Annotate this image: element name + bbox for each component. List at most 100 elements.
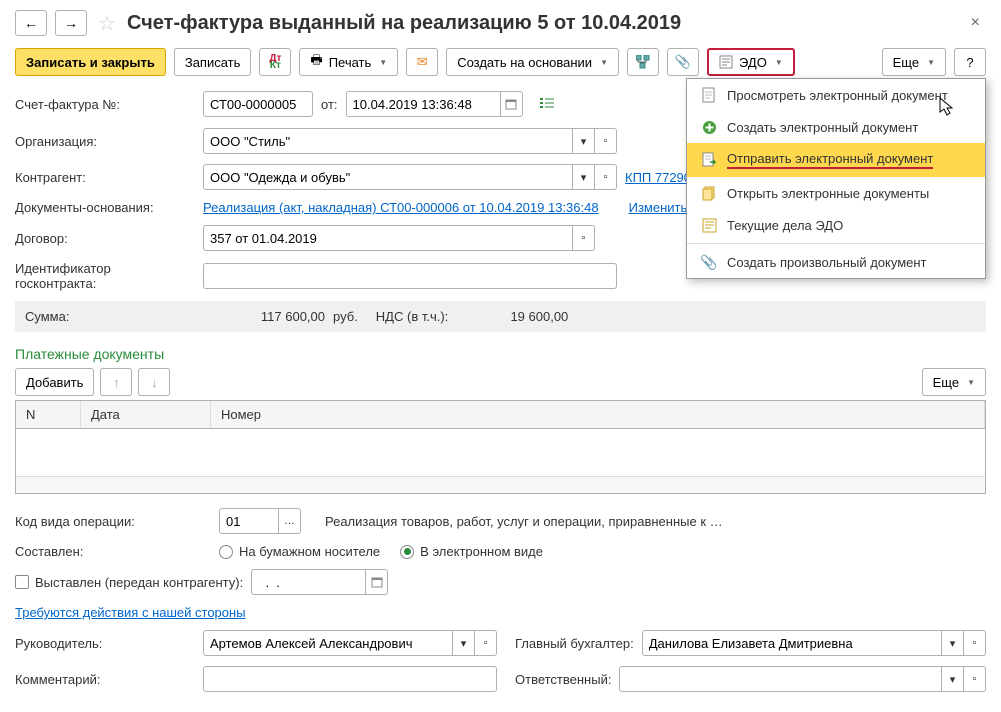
- invoice-no-input[interactable]: [203, 91, 313, 117]
- paperclip-icon: 📎: [701, 254, 717, 270]
- head-input[interactable]: [203, 630, 453, 656]
- save-button[interactable]: Записать: [174, 48, 252, 76]
- org-label: Организация:: [15, 134, 195, 149]
- calendar-icon: [371, 576, 383, 588]
- print-label: Печать: [329, 55, 372, 70]
- dropdown-button[interactable]: ▾: [573, 164, 595, 190]
- open-button[interactable]: ▫: [573, 225, 595, 251]
- document-send-icon: [701, 152, 717, 168]
- tree-icon: [636, 55, 650, 69]
- menu-send-edoc[interactable]: Отправить электронный документ: [687, 143, 985, 177]
- contract-input[interactable]: [203, 225, 573, 251]
- open-button[interactable]: ▫: [595, 128, 617, 154]
- checkbox-icon: [15, 575, 29, 589]
- chevron-down-icon: ▼: [379, 58, 387, 67]
- dropdown-button[interactable]: ▾: [573, 128, 595, 154]
- add-payment-button[interactable]: Добавить: [15, 368, 94, 396]
- dropdown-button[interactable]: ▾: [942, 666, 964, 692]
- edit-link[interactable]: Изменить: [629, 200, 688, 215]
- col-num[interactable]: Номер: [211, 401, 985, 428]
- chevron-down-icon: ▼: [775, 58, 783, 67]
- issued-label: Выставлен (передан контрагенту):: [35, 575, 243, 590]
- vat-value: 19 600,00: [448, 309, 568, 324]
- move-down-button[interactable]: ↓: [138, 368, 170, 396]
- create-based-on-button[interactable]: Создать на основании ▼: [446, 48, 619, 76]
- actions-required-link[interactable]: Требуются действия с нашей стороны: [15, 605, 246, 620]
- radio-paper[interactable]: На бумажном носителе: [219, 544, 380, 559]
- sum-value: 117 600,00: [205, 309, 325, 324]
- issued-checkbox[interactable]: Выставлен (передан контрагенту):: [15, 575, 243, 590]
- payments-more-label: Еще: [933, 375, 959, 390]
- menu-open-edocs[interactable]: Открыть электронные документы: [687, 177, 985, 209]
- from-label: от:: [321, 97, 338, 112]
- email-button[interactable]: ✉: [406, 48, 438, 76]
- attach-button[interactable]: 📎: [667, 48, 699, 76]
- edo-label: ЭДО: [739, 55, 767, 70]
- dropdown-button[interactable]: ▾: [453, 630, 475, 656]
- responsible-input[interactable]: [619, 666, 942, 692]
- gos-id-input[interactable]: [203, 263, 617, 289]
- comment-input[interactable]: [203, 666, 497, 692]
- kpp-link[interactable]: КПП 77290: [625, 170, 691, 185]
- move-up-button[interactable]: ↑: [100, 368, 132, 396]
- payments-section-title: Платежные документы: [15, 346, 986, 362]
- open-button[interactable]: ▫: [595, 164, 617, 190]
- responsible-label: Ответственный:: [515, 672, 611, 687]
- comment-label: Комментарий:: [15, 672, 195, 687]
- radio-icon: [400, 545, 414, 559]
- document-icon: [701, 87, 717, 103]
- open-register-button[interactable]: [531, 90, 563, 118]
- calendar-icon: [505, 98, 517, 110]
- vat-label: НДС (в т.ч.):: [376, 309, 449, 324]
- gos-id-label: Идентификатор госконтракта:: [15, 261, 195, 291]
- composed-label: Составлен:: [15, 544, 211, 559]
- back-button[interactable]: ←: [15, 10, 47, 36]
- radio-electronic-label: В электронном виде: [420, 544, 543, 559]
- issued-date-input[interactable]: [251, 569, 366, 595]
- open-button[interactable]: ▫: [475, 630, 497, 656]
- menu-create-arbitrary[interactable]: 📎 Создать произвольный документ: [687, 246, 985, 278]
- menu-current-edo[interactable]: Текущие дела ЭДО: [687, 209, 985, 241]
- calendar-button[interactable]: [366, 569, 388, 595]
- radio-electronic[interactable]: В электронном виде: [400, 544, 543, 559]
- basis-doc-link[interactable]: Реализация (акт, накладная) СТ00-000006 …: [203, 200, 599, 215]
- payments-table-body[interactable]: [16, 429, 985, 477]
- head-label: Руководитель:: [15, 636, 195, 651]
- save-and-close-button[interactable]: Записать и закрыть: [15, 48, 166, 76]
- open-button[interactable]: ▫: [964, 630, 986, 656]
- forward-button[interactable]: →: [55, 10, 87, 36]
- dt-kt-button[interactable]: ДтКт: [259, 48, 291, 76]
- invoice-no-label: Счет-фактура №:: [15, 97, 195, 112]
- close-icon[interactable]: ×: [965, 14, 986, 32]
- more-button[interactable]: Еще ▼: [882, 48, 946, 76]
- calendar-button[interactable]: [501, 91, 523, 117]
- chevron-down-icon: ▼: [600, 58, 608, 67]
- accountant-input[interactable]: [642, 630, 942, 656]
- printer-icon: 🖶: [310, 51, 322, 73]
- col-n[interactable]: N: [16, 401, 81, 428]
- sum-label: Сумма:: [25, 309, 205, 324]
- edo-button[interactable]: ЭДО ▼: [707, 48, 795, 76]
- payments-more-button[interactable]: Еще ▼: [922, 368, 986, 396]
- open-button[interactable]: ▫: [964, 666, 986, 692]
- help-button[interactable]: ?: [954, 48, 986, 76]
- table-scroll-area: [16, 477, 985, 493]
- col-date[interactable]: Дата: [81, 401, 211, 428]
- favorite-star-icon[interactable]: ☆: [95, 11, 119, 35]
- structure-button[interactable]: [627, 48, 659, 76]
- chevron-down-icon: ▼: [927, 58, 935, 67]
- list-green-icon: [539, 97, 555, 111]
- dt-kt-icon: ДтКт: [269, 55, 281, 69]
- dropdown-button[interactable]: ▾: [942, 630, 964, 656]
- date-input[interactable]: [346, 91, 501, 117]
- print-button[interactable]: 🖶 Печать ▼: [299, 48, 398, 76]
- envelope-icon: ✉: [417, 54, 428, 70]
- op-code-input[interactable]: [219, 508, 279, 534]
- ellipsis-button[interactable]: …: [279, 508, 301, 534]
- basis-label: Документы-основания:: [15, 200, 195, 215]
- op-code-desc: Реализация товаров, работ, услуг и опера…: [325, 514, 723, 529]
- org-input[interactable]: [203, 128, 573, 154]
- menu-separator: [687, 243, 985, 244]
- payments-table: N Дата Номер: [15, 400, 986, 494]
- counterparty-input[interactable]: [203, 164, 573, 190]
